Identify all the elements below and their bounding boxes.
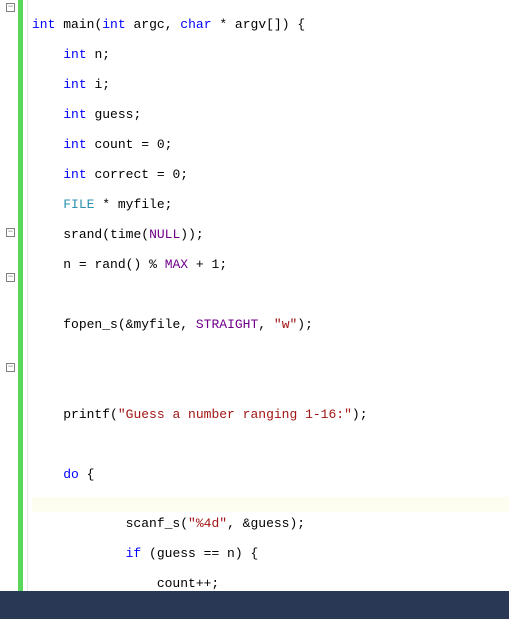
code-line: int n; [32, 47, 509, 62]
fold-toggle[interactable]: − [6, 363, 15, 372]
code-line [32, 437, 509, 452]
status-bar [0, 591, 509, 619]
code-line: if (guess == n) { [32, 546, 509, 561]
fold-toggle[interactable]: − [6, 273, 15, 282]
code-line: scanf_s("%4d", &guess); [32, 516, 509, 531]
code-line: n = rand() % MAX + 1; [32, 257, 509, 272]
code-line: int i; [32, 77, 509, 92]
code-line [32, 347, 509, 362]
code-line: fopen_s(&myfile, STRAIGHT, "w"); [32, 317, 509, 332]
code-line: int count = 0; [32, 137, 509, 152]
change-indicator [18, 0, 23, 591]
code-line: int guess; [32, 107, 509, 122]
code-line: do { [32, 467, 509, 482]
code-line [32, 287, 509, 302]
code-content[interactable]: int main(int argc, char * argv[]) { int … [28, 0, 509, 591]
code-line: printf("Guess a number ranging 1-16:"); [32, 407, 509, 422]
gutter: − − − − [0, 0, 28, 591]
code-line: count++; [32, 576, 509, 591]
code-editor[interactable]: − − − − int main(int argc, char * argv[]… [0, 0, 509, 591]
code-line: FILE * myfile; [32, 197, 509, 212]
current-line [32, 497, 509, 512]
code-line: srand(time(NULL)); [32, 227, 509, 242]
code-line [32, 377, 509, 392]
fold-toggle[interactable]: − [6, 228, 15, 237]
code-line: int correct = 0; [32, 167, 509, 182]
fold-toggle[interactable]: − [6, 3, 15, 12]
code-line: int main(int argc, char * argv[]) { [32, 17, 509, 32]
